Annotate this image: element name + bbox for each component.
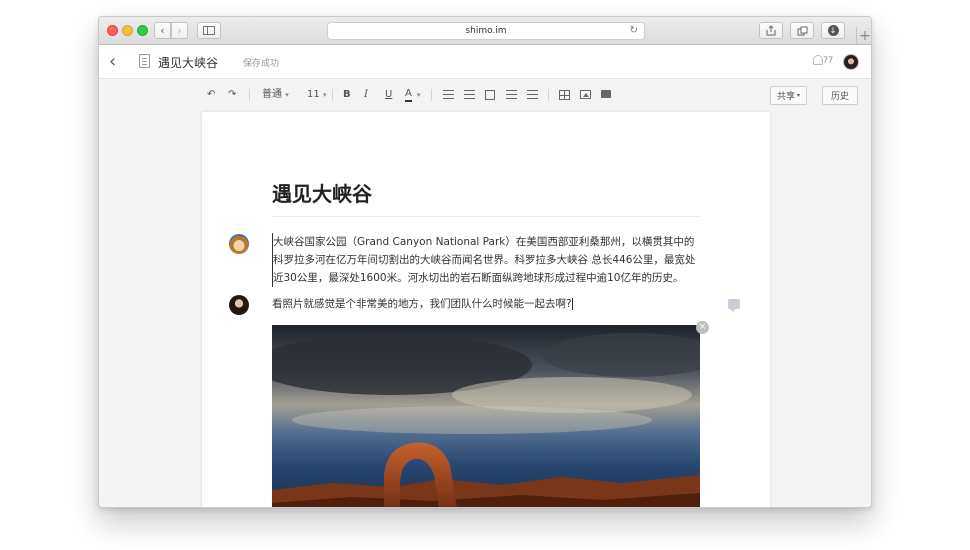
remove-image-button[interactable]: × xyxy=(696,321,709,334)
browser-titlebar: ‹ › shimo.im ↻ ↓ + xyxy=(99,17,871,45)
browser-window: ‹ › shimo.im ↻ ↓ + ‹ 遇见大峡谷 保存成功 77 ↶ ↷ 普… xyxy=(98,16,872,508)
share-sheet-button[interactable] xyxy=(759,22,783,39)
new-tab-button[interactable]: + xyxy=(856,27,871,45)
insert-table-button[interactable] xyxy=(559,88,570,105)
notification-button[interactable]: 77 xyxy=(813,55,833,65)
checklist-button[interactable] xyxy=(485,88,495,105)
toolbar-divider xyxy=(332,89,333,101)
sidebar-toggle-button[interactable] xyxy=(197,22,221,39)
font-color-button[interactable]: A xyxy=(405,88,412,102)
toolbar-divider xyxy=(249,89,250,101)
bullet-list-icon xyxy=(464,90,475,99)
ordered-list-button[interactable] xyxy=(443,88,454,104)
back-icon[interactable]: ‹ xyxy=(109,51,116,72)
save-status: 保存成功 xyxy=(243,59,280,69)
grand-canyon-photo[interactable] xyxy=(272,325,700,507)
share-button[interactable]: 共享 ▾ xyxy=(770,86,807,105)
notification-count: 77 xyxy=(823,55,834,65)
paragraph-style-value: 普通 xyxy=(262,89,282,100)
paragraph-style-select[interactable]: 普通 ▾ xyxy=(262,88,289,102)
chevron-down-icon[interactable]: ▾ xyxy=(417,88,421,102)
redo-button[interactable]: ↷ xyxy=(228,88,236,102)
ordered-list-icon xyxy=(443,90,454,99)
chevron-down-icon: ▾ xyxy=(322,91,327,99)
download-icon: ↓ xyxy=(827,25,839,36)
title-divider xyxy=(272,216,700,217)
document-icon xyxy=(139,54,150,68)
comment-icon[interactable] xyxy=(728,299,740,312)
bold-button[interactable]: B xyxy=(343,88,351,102)
minimize-window-button[interactable] xyxy=(122,25,133,36)
toolbar-divider xyxy=(431,89,432,101)
url-text: shimo.im xyxy=(465,26,507,36)
comment-icon xyxy=(601,90,611,98)
share-label: 共享 xyxy=(776,92,795,102)
sidebar-icon xyxy=(203,26,215,35)
paragraph-comment-text: 看照片就感觉是个非常美的地方，我们团队什么时候能一起去啊? xyxy=(272,298,572,310)
indent-icon xyxy=(527,90,538,99)
downloads-button[interactable]: ↓ xyxy=(821,22,845,39)
outdent-button[interactable] xyxy=(506,88,517,104)
bullet-list-button[interactable] xyxy=(464,88,475,104)
toolbar-divider xyxy=(548,89,549,101)
image-icon xyxy=(580,90,591,99)
font-size-select[interactable]: 11 ▾ xyxy=(307,88,326,102)
font-size-value: 11 xyxy=(307,89,320,100)
document-title[interactable]: 遇见大峡谷 xyxy=(272,178,372,207)
outdent-icon xyxy=(506,90,517,99)
font-color-label: A xyxy=(405,88,412,99)
editor-toolbar: ↶ ↷ 普通 ▾ 11 ▾ B I U A ▾ 共享 ▾ 历史 xyxy=(99,80,871,110)
user-avatar[interactable] xyxy=(843,54,859,70)
browser-forward-button[interactable]: › xyxy=(171,22,188,39)
underline-button[interactable]: U xyxy=(385,88,392,102)
landscape-illustration xyxy=(272,325,700,507)
paragraph-intro[interactable]: 大峡谷国家公园（Grand Canyon National Park）在美国西部… xyxy=(272,233,702,287)
author-avatar-user[interactable] xyxy=(229,295,249,315)
bell-icon xyxy=(813,55,823,65)
author-avatar-monkey[interactable] xyxy=(229,234,249,254)
document-name[interactable]: 遇见大峡谷 xyxy=(158,54,218,71)
reload-icon[interactable]: ↻ xyxy=(630,25,638,36)
text-cursor xyxy=(571,298,573,310)
show-tabs-button[interactable] xyxy=(790,22,814,39)
paragraph-comment[interactable]: 看照片就感觉是个非常美的地方，我们团队什么时候能一起去啊? xyxy=(272,295,702,313)
insert-comment-button[interactable] xyxy=(601,88,611,103)
document-header: ‹ 遇见大峡谷 保存成功 77 xyxy=(99,45,871,79)
checkbox-icon xyxy=(485,90,495,100)
table-icon xyxy=(559,90,570,100)
undo-button[interactable]: ↶ xyxy=(207,88,215,102)
address-bar[interactable]: shimo.im ↻ xyxy=(327,22,645,40)
share-icon xyxy=(766,25,776,36)
browser-back-button[interactable]: ‹ xyxy=(154,22,171,39)
italic-button[interactable]: I xyxy=(364,88,368,102)
document-page[interactable]: 遇见大峡谷 大峡谷国家公园（Grand Canyon National Park… xyxy=(202,112,770,507)
close-window-button[interactable] xyxy=(107,25,118,36)
tabs-icon xyxy=(797,26,807,35)
chevron-down-icon: ▾ xyxy=(797,92,801,99)
chevron-down-icon: ▾ xyxy=(285,91,289,99)
indent-button[interactable] xyxy=(527,88,538,104)
history-button[interactable]: 历史 xyxy=(822,86,858,105)
maximize-window-button[interactable] xyxy=(137,25,148,36)
insert-image-button[interactable] xyxy=(580,88,591,104)
